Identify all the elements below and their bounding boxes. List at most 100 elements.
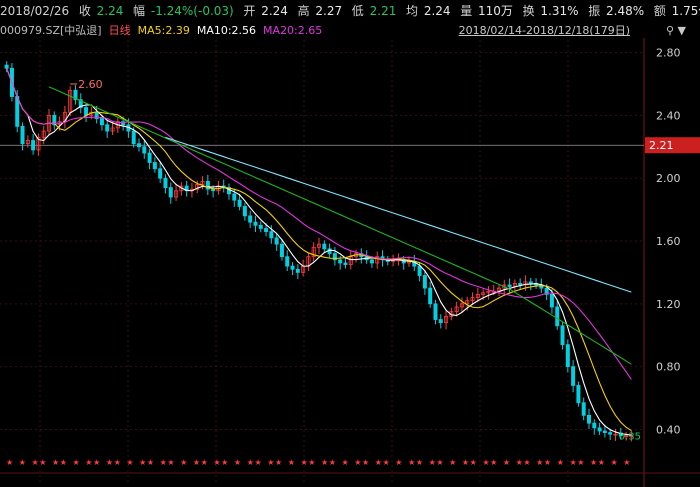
candle-body <box>528 281 533 284</box>
candle-body <box>258 224 263 229</box>
candle-body <box>136 143 141 148</box>
candle-body <box>369 259 374 264</box>
candle-body <box>253 221 258 226</box>
change-label: 幅 <box>133 4 146 18</box>
candle-body <box>438 319 443 324</box>
volume-marker: ★ <box>470 458 477 467</box>
candle-body <box>417 265 422 276</box>
volume-marker: ★ <box>167 458 174 467</box>
volume-marker: ★ <box>416 458 423 467</box>
candle-body <box>264 228 269 232</box>
candle-body <box>290 265 295 270</box>
volume-marker: ★ <box>321 458 328 467</box>
volume-marker: ★ <box>147 458 154 467</box>
ma10-label: MA10:2.56 <box>196 24 257 37</box>
high-label: 高 <box>297 4 310 18</box>
volume-marker: ★ <box>85 458 92 467</box>
ma5-label: MA5:2.39 <box>137 24 190 37</box>
candle-body <box>237 199 242 207</box>
candle-body <box>99 118 104 126</box>
low-value: 2.21 <box>369 4 397 18</box>
volume-marker: ★ <box>247 458 254 467</box>
candle-body <box>343 262 348 265</box>
turnover-label: 换 <box>522 4 535 18</box>
candle-body <box>31 140 36 151</box>
volume-marker: ★ <box>267 458 274 467</box>
volume-marker: ★ <box>126 458 133 467</box>
low-annotation: 0.35 <box>619 431 641 442</box>
volume-marker: ★ <box>329 458 336 467</box>
candle-body <box>152 162 157 170</box>
open-label: 开 <box>243 4 256 18</box>
volume-marker: ★ <box>288 458 295 467</box>
volume-marker: ★ <box>106 458 113 467</box>
candle-body <box>549 293 554 308</box>
volume-marker: ★ <box>536 458 543 467</box>
volume-marker: ★ <box>213 458 220 467</box>
volume-label: 量 <box>460 4 473 18</box>
volume-marker: ★ <box>557 458 564 467</box>
volume-marker: ★ <box>482 458 489 467</box>
volume-marker: ★ <box>73 458 80 467</box>
amplitude-value: 2.48% <box>606 4 645 18</box>
volume-marker: ★ <box>449 458 456 467</box>
volume-marker: ★ <box>395 458 402 467</box>
candle-body <box>269 231 274 239</box>
candle-body <box>142 146 147 154</box>
volume-marker: ★ <box>275 458 282 467</box>
ma120-line <box>165 136 632 293</box>
high-annotation: 2.60 <box>78 78 103 91</box>
volume-marker: ★ <box>408 458 415 467</box>
candle-body <box>147 152 152 163</box>
close-label: 收 <box>78 4 91 18</box>
candle-body <box>4 64 9 69</box>
volume-marker: ★ <box>201 458 208 467</box>
amount-value: 1.75亿 <box>671 4 700 18</box>
volume-marker: ★ <box>254 458 261 467</box>
amplitude-label: 振 <box>588 4 601 18</box>
y-tick-label: 0.80 <box>656 361 681 374</box>
volume-marker: ★ <box>114 458 121 467</box>
volume-marker: ★ <box>193 458 200 467</box>
candle-body <box>587 414 592 424</box>
volume-marker: ★ <box>569 458 576 467</box>
stock-code: 000979.SZ <box>0 24 61 37</box>
candle-body <box>84 107 89 116</box>
candle-body <box>163 177 168 189</box>
volume-marker: ★ <box>610 458 617 467</box>
candle-body <box>322 243 327 250</box>
period-label[interactable]: 日线 <box>109 24 131 37</box>
candle-body <box>555 306 560 327</box>
candle-body <box>158 168 163 179</box>
volume-marker: ★ <box>308 458 315 467</box>
volume-marker: ★ <box>160 458 167 467</box>
ma20-label: MA20:2.65 <box>263 24 323 37</box>
candle-body <box>242 206 247 217</box>
candle-body <box>274 237 279 245</box>
volume-marker: ★ <box>354 458 361 467</box>
y-tick-label: 2.80 <box>656 47 681 60</box>
volume-marker: ★ <box>39 458 46 467</box>
candle-body <box>422 275 427 289</box>
volume-marker: ★ <box>300 458 307 467</box>
current-price-text: 2.21 <box>649 139 674 152</box>
volume-marker: ★ <box>544 458 551 467</box>
volume-marker: ★ <box>429 458 436 467</box>
candlestick-chart[interactable]: 2.80 2.40 2.00 1.60 1.20 0.80 0.40 2.21 2.60 0.35… <box>0 38 700 487</box>
volume-marker: ★ <box>375 458 382 467</box>
candle-body <box>576 385 581 404</box>
candle-body <box>168 187 173 198</box>
volume-value: 110万 <box>478 4 513 18</box>
candle-body <box>20 125 25 145</box>
y-tick-label: 2.40 <box>656 109 681 122</box>
high-value: 2.27 <box>315 4 343 18</box>
close-value: 2.24 <box>96 4 124 18</box>
change-value: -1.24%(-0.03) <box>150 4 234 18</box>
volume-marker: ★ <box>590 458 597 467</box>
quote-date: 2018/02/26 <box>0 4 70 18</box>
volume-marker: ★ <box>6 458 13 467</box>
volume-marker: ★ <box>516 458 523 467</box>
candle-body <box>597 427 602 432</box>
candle-body <box>560 325 565 346</box>
volume-marker: ★ <box>60 458 67 467</box>
